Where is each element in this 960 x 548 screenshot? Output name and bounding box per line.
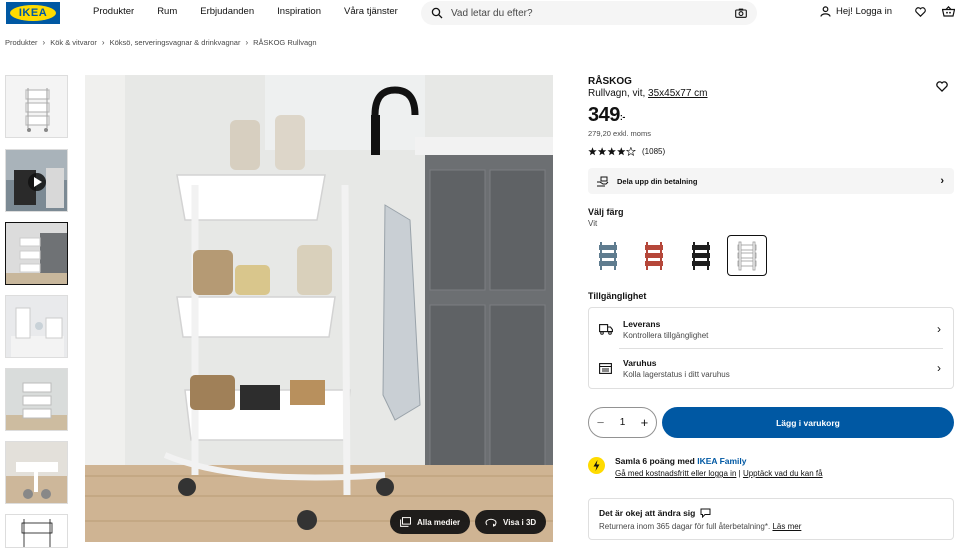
dimensions-link[interactable]: 35x45x77 cm	[648, 88, 707, 99]
nav-produkter[interactable]: Produkter	[93, 6, 134, 17]
thumbnail-1[interactable]	[5, 75, 68, 138]
product-main-image[interactable]	[85, 75, 553, 542]
heart-icon[interactable]	[915, 6, 926, 17]
ikea-family-promo: Samla 6 poäng med IKEA Family Gå med kos…	[588, 456, 823, 478]
heart-icon[interactable]	[936, 81, 948, 92]
return-title: Det är okej att ändra sig	[599, 508, 696, 518]
ikea-logo[interactable]: IKEA	[6, 2, 60, 24]
cart-icon[interactable]	[941, 6, 955, 17]
ikea-family-link[interactable]: IKEA Family	[697, 456, 746, 466]
store-subtitle: Kolla lagerstatus i ditt varuhus	[623, 369, 730, 379]
login-link[interactable]: Hej! Logga in	[836, 6, 892, 17]
chevron-right-icon: ›	[940, 175, 944, 187]
separator: |	[738, 469, 741, 478]
add-to-cart-button[interactable]: Lägg i varukorg	[662, 407, 954, 438]
availability-title: Tillgänglighet	[588, 291, 647, 301]
review-count[interactable]: (1085)	[642, 147, 665, 156]
chevron-right-icon: ›	[42, 38, 46, 47]
chevron-right-icon: ›	[937, 361, 941, 375]
return-policy-box: Det är okej att ändra sig Returnera inom…	[588, 498, 954, 540]
delivery-title: Leverans	[623, 318, 661, 329]
breadcrumb-kok[interactable]: Kök & vitvaror	[50, 38, 97, 47]
breadcrumb-current: RÅSKOG Rullvagn	[253, 38, 317, 47]
breadcrumb-produkter[interactable]: Produkter	[5, 38, 38, 47]
store-row[interactable]: Varuhus Kolla lagerstatus i ditt varuhus…	[589, 348, 953, 388]
product-name: RÅSKOG	[588, 76, 632, 87]
delivery-row[interactable]: Leverans Kontrollera tillgänglighet ›	[589, 309, 953, 349]
user-icon[interactable]	[820, 6, 831, 17]
search-input[interactable]: Vad letar du efter?	[421, 1, 757, 25]
minus-icon[interactable]: −	[597, 415, 605, 430]
chat-bubble-icon	[700, 508, 711, 518]
color-swatch-white[interactable]	[727, 235, 767, 276]
nav-vara-tjanster[interactable]: Våra tjänster	[344, 6, 398, 17]
thumbnail-video[interactable]	[5, 149, 68, 212]
thumbnail-5[interactable]	[5, 368, 68, 431]
price: 349:-	[588, 104, 625, 127]
nav-inspiration[interactable]: Inspiration	[277, 6, 321, 17]
plus-icon[interactable]: +	[641, 415, 649, 430]
discover-link[interactable]: Upptäck vad du kan få	[743, 469, 823, 478]
rating[interactable]: (1085)	[588, 147, 665, 156]
search-icon	[431, 7, 443, 19]
chevron-right-icon: ›	[101, 38, 105, 47]
color-swatch-black[interactable]	[681, 235, 721, 276]
all-media-label: Alla medier	[417, 517, 461, 527]
main-nav: Produkter Rum Erbjudanden Inspiration Vå…	[93, 6, 421, 17]
nav-rum[interactable]: Rum	[157, 6, 177, 17]
ikea-family-icon	[588, 457, 605, 474]
nav-erbjudanden[interactable]: Erbjudanden	[200, 6, 254, 17]
price-ex-vat: 279,20 exkl. moms	[588, 129, 651, 138]
split-payment-row[interactable]: Dela upp din betalning ›	[588, 168, 954, 194]
breadcrumb: Produkter › Kök & vitvaror › Köksö, server…	[5, 38, 317, 47]
read-more-link[interactable]: Läs mer	[772, 522, 801, 531]
return-text: Returnera inom 365 dagar för full återbe…	[599, 522, 771, 531]
quantity-value[interactable]: 1	[620, 417, 626, 428]
gallery-icon	[400, 517, 411, 527]
view-3d-label: Visa i 3D	[503, 517, 537, 527]
chevron-right-icon: ›	[937, 322, 941, 336]
price-suffix: :-	[619, 112, 626, 122]
color-label: Välj färg	[588, 207, 624, 217]
breadcrumb-koksoar[interactable]: Köksö, serveringsvagnar & drinkvagnar	[110, 38, 241, 47]
thumbnail-4[interactable]	[5, 295, 68, 358]
thumbnail-7[interactable]	[5, 514, 68, 548]
quantity-stepper: − 1 +	[588, 407, 657, 438]
color-swatch-red[interactable]	[634, 235, 674, 276]
payment-hand-icon	[597, 176, 609, 186]
thumbnail-6[interactable]	[5, 441, 68, 504]
product-type: Rullvagn, vit,	[588, 88, 646, 99]
availability-box: Leverans Kontrollera tillgänglighet › Va…	[588, 307, 954, 389]
camera-icon[interactable]	[735, 8, 747, 18]
truck-icon	[599, 323, 613, 335]
chevron-right-icon: ›	[245, 38, 249, 47]
store-icon	[599, 362, 612, 374]
store-title: Varuhus	[623, 357, 657, 368]
family-text: Samla 6 poäng med	[615, 456, 695, 466]
search-placeholder: Vad letar du efter?	[451, 7, 533, 19]
rotate-3d-icon	[485, 518, 497, 527]
delivery-subtitle: Kontrollera tillgänglighet	[623, 330, 709, 340]
all-media-button[interactable]: Alla medier	[390, 510, 471, 534]
join-login-link[interactable]: Gå med kostnadsfritt eller logga in	[615, 469, 736, 478]
thumbnail-selected[interactable]	[5, 222, 68, 285]
color-value: Vit	[588, 219, 598, 228]
product-description: Rullvagn, vit, 35x45x77 cm	[588, 88, 708, 99]
price-value: 349	[588, 104, 620, 126]
split-payment-label: Dela upp din betalning	[617, 176, 698, 186]
header-actions: Hej! Logga in	[820, 6, 955, 17]
color-swatch-blue[interactable]	[588, 235, 628, 276]
logo-text: IKEA	[18, 7, 48, 19]
star-rating-icon	[588, 147, 636, 156]
view-3d-button[interactable]: Visa i 3D	[475, 510, 547, 534]
